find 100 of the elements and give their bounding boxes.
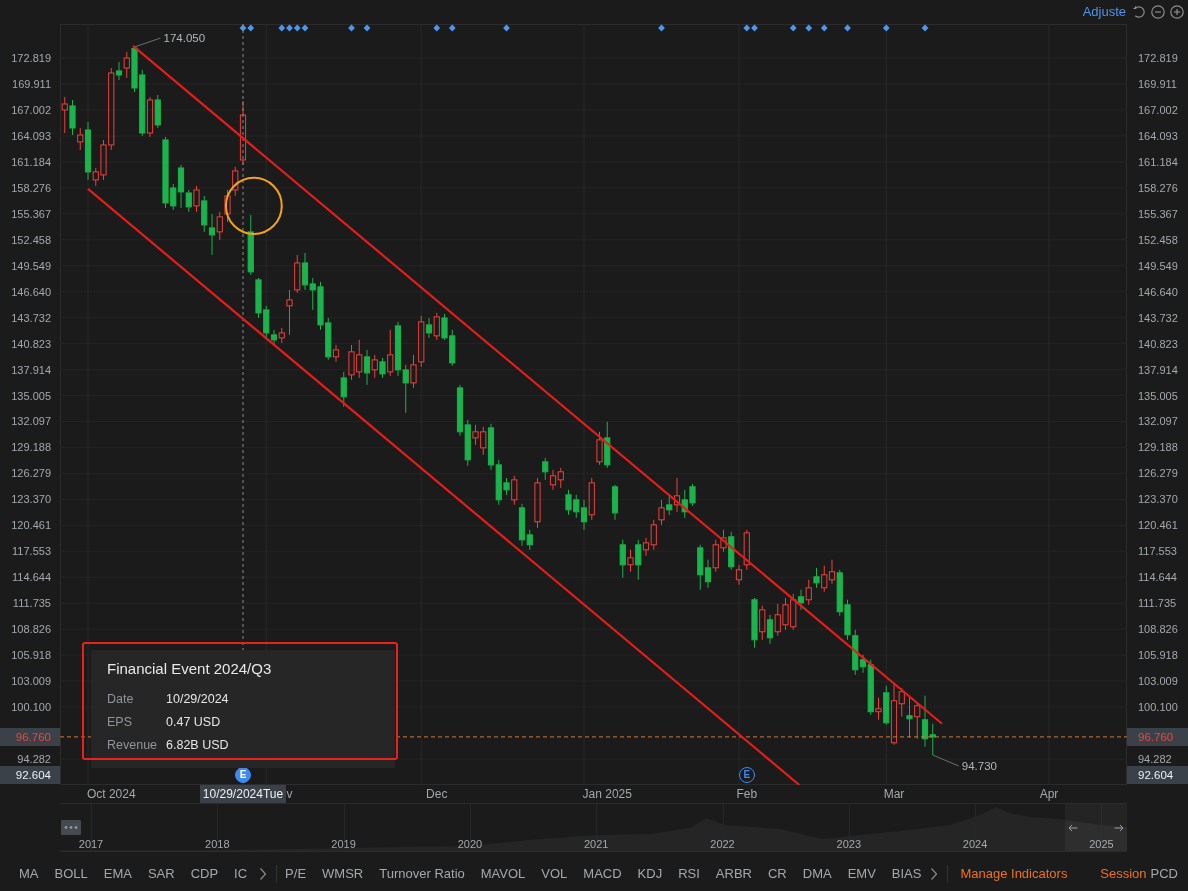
event-marker-icon[interactable] <box>789 24 797 32</box>
year-label: 2018 <box>205 838 230 851</box>
event-marker-icon[interactable] <box>805 24 813 32</box>
indicator-tab[interactable]: IC <box>234 866 248 881</box>
event-marker-icon[interactable] <box>820 24 828 32</box>
field-label: EPS <box>107 714 133 731</box>
field-value: 0.47 USD <box>166 714 221 731</box>
price-tick-label: 100.100 <box>1138 701 1178 714</box>
event-marker-icon[interactable] <box>921 24 929 32</box>
event-marker-icon[interactable] <box>278 24 286 32</box>
price-tick-label: 94.282 <box>17 753 51 765</box>
last-price-badge: 96.760 <box>1127 727 1188 746</box>
price-tick-label: 132.097 <box>11 415 51 428</box>
price-tick-label: 155.367 <box>11 207 51 220</box>
indicator-tab[interactable]: WMSR <box>322 866 364 881</box>
event-marker-icon[interactable] <box>448 24 456 32</box>
price-tick-label: 117.553 <box>1138 545 1177 558</box>
indicator-tab[interactable]: MACD <box>583 866 622 881</box>
month-label: Mar <box>883 786 905 803</box>
event-marker-icon[interactable] <box>348 24 355 32</box>
price-tick-label: 146.640 <box>1138 285 1178 298</box>
zoom-out-icon[interactable] <box>1151 5 1165 19</box>
drag-handle-icon[interactable] <box>61 820 81 835</box>
price-tick-label: 169.911 <box>1138 77 1177 90</box>
price-extreme-label: 174.050 <box>163 32 206 45</box>
price-tick-label: 105.918 <box>11 649 51 662</box>
price-tick-label: 123.370 <box>11 493 51 506</box>
price-tick-label: 164.093 <box>11 129 51 142</box>
indicator-tab[interactable]: Turnover Ratio <box>379 866 465 881</box>
price-tick-label: 129.188 <box>1138 441 1178 454</box>
price-tick-label: 135.005 <box>11 389 51 402</box>
indicator-tab[interactable]: KDJ <box>637 866 663 881</box>
undo-icon[interactable] <box>1132 5 1146 19</box>
price-adjustment-button[interactable]: Adjuste <box>1082 4 1126 20</box>
indicator-tab[interactable]: P/E <box>285 866 307 881</box>
indicator-tab[interactable]: MA <box>19 866 39 881</box>
indicator-tab[interactable]: CDP <box>190 866 219 881</box>
arrow-left-icon[interactable] <box>1068 823 1078 832</box>
event-marker-icon[interactable] <box>743 24 751 32</box>
event-marker-icon[interactable] <box>301 24 309 32</box>
indicator-tab[interactable]: SAR <box>147 866 175 881</box>
event-marker-icon[interactable] <box>239 24 247 32</box>
price-tick-label: 152.458 <box>11 233 51 246</box>
year-label: 2017 <box>78 838 104 851</box>
candlestick <box>611 484 619 521</box>
price-tick-label: 140.823 <box>1138 337 1178 350</box>
chevron-right-icon[interactable] <box>930 866 939 881</box>
price-tick-label: 140.823 <box>11 337 51 350</box>
manage-indicators-button[interactable]: Manage Indicators <box>960 866 1068 881</box>
navigator-window[interactable] <box>1065 804 1127 851</box>
last-price-badge: 96.760 <box>0 727 60 746</box>
price-tick-label: 135.005 <box>1138 389 1178 402</box>
price-tick-label: 117.553 <box>12 545 51 558</box>
cursor-price-badge: 92.604 <box>0 766 60 784</box>
chevron-right-icon[interactable] <box>259 866 268 881</box>
indicator-tab[interactable]: MAVOL <box>480 866 526 881</box>
arrow-right-icon[interactable] <box>1114 823 1124 832</box>
price-tick-label: 152.458 <box>1138 233 1178 246</box>
cursor-price-badge: 92.604 <box>1127 766 1188 784</box>
event-marker-icon[interactable] <box>363 24 371 32</box>
price-tick-label: 137.914 <box>11 363 51 376</box>
indicator-tab[interactable]: ARBR <box>715 866 752 881</box>
price-tick-label: 126.279 <box>1138 467 1178 480</box>
price-tick-label: 129.188 <box>11 441 51 454</box>
event-marker-icon[interactable] <box>293 24 301 32</box>
indicator-tab[interactable]: EMV <box>847 866 876 881</box>
month-label: Oct 2024 <box>86 786 136 803</box>
indicator-tab[interactable]: RSI <box>678 866 700 881</box>
indicator-tab[interactable]: DMA <box>802 866 832 881</box>
month-label: Jan 2025 <box>582 786 632 803</box>
indicator-tab[interactable]: VOL <box>541 866 568 881</box>
year-label: 2022 <box>710 838 735 851</box>
event-marker-icon[interactable] <box>286 24 293 32</box>
event-marker-icon[interactable] <box>844 24 851 32</box>
year-label: 2020 <box>457 838 483 851</box>
price-tick-label: 161.184 <box>11 155 51 168</box>
indicator-tab[interactable]: CR <box>767 866 787 881</box>
month-label: v <box>286 786 293 803</box>
indicator-tab[interactable]: BOLL <box>54 866 88 881</box>
price-tick-label: 120.461 <box>11 519 51 532</box>
event-marker-icon[interactable] <box>882 24 890 32</box>
event-marker-icon[interactable] <box>751 24 758 32</box>
year-label: 2019 <box>331 838 356 851</box>
price-tick-label: 100.100 <box>11 701 51 714</box>
month-label: Dec <box>426 786 448 803</box>
session-button[interactable]: Session <box>1100 866 1147 881</box>
price-tick-label: 143.732 <box>11 311 51 324</box>
indicator-tab[interactable]: BIAS <box>891 866 922 881</box>
price-tick-label: 103.009 <box>11 675 51 688</box>
event-marker-icon[interactable] <box>658 24 665 32</box>
year-label: 2021 <box>583 838 609 851</box>
price-tick-label: 158.276 <box>11 181 51 194</box>
price-tick-label: 120.461 <box>1138 519 1178 532</box>
zoom-in-icon[interactable] <box>1170 5 1184 19</box>
event-marker-icon[interactable] <box>247 24 255 32</box>
price-tick-label: 158.276 <box>1138 181 1178 194</box>
event-marker-icon[interactable] <box>503 24 510 32</box>
indicator-tab[interactable]: EMA <box>103 866 132 881</box>
field-label: Date <box>107 691 135 708</box>
event-marker-icon[interactable] <box>433 24 441 32</box>
